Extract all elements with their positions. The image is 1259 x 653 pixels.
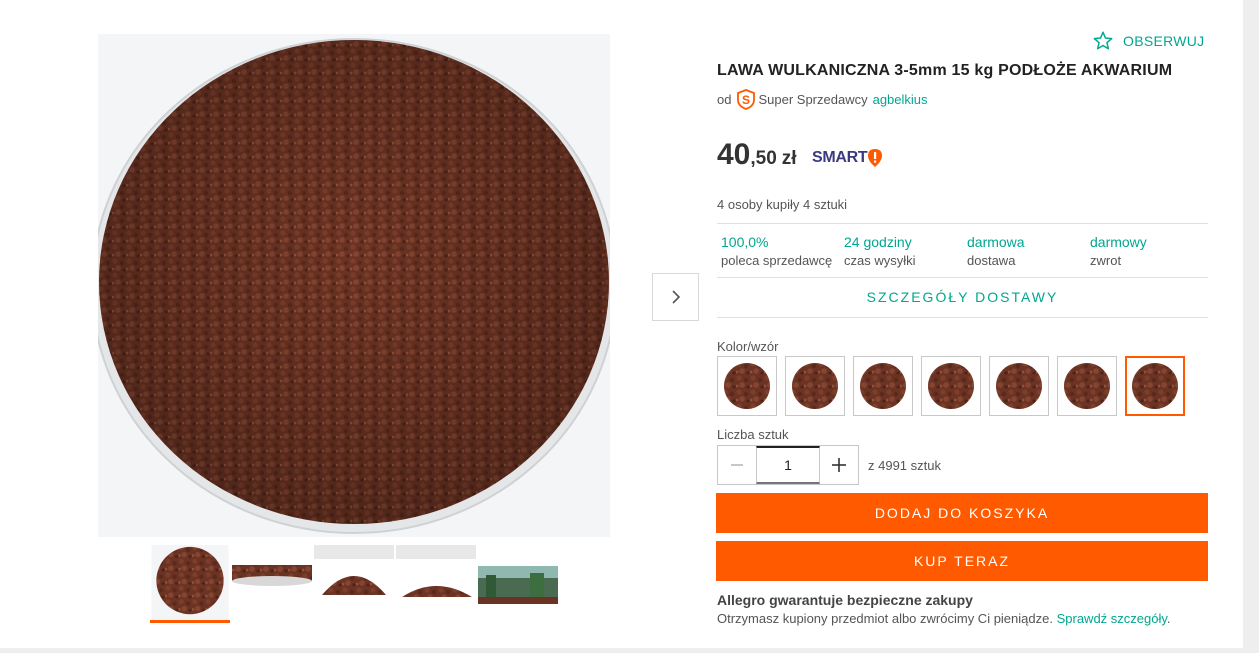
delivery-details-link[interactable]: SZCZEGÓŁY DOSTAWY bbox=[717, 289, 1208, 305]
divider bbox=[717, 223, 1208, 224]
seller-badge-label: Super Sprzedawcy bbox=[758, 92, 868, 107]
add-to-cart-button[interactable]: DODAJ DO KOSZYKA bbox=[716, 493, 1208, 533]
thumbnail-1[interactable] bbox=[150, 545, 230, 623]
smart-label: SMART bbox=[812, 149, 868, 166]
next-image-button[interactable] bbox=[652, 273, 699, 321]
chevron-right-icon bbox=[671, 290, 680, 304]
stat-label: poleca sprzedawcę bbox=[721, 253, 833, 268]
variant-thumbnail bbox=[1064, 363, 1110, 409]
variant-thumbnail bbox=[928, 363, 974, 409]
variant-label: Kolor/wzór bbox=[717, 339, 779, 354]
price: 40 ,50 zł bbox=[717, 138, 797, 172]
quantity-stepper bbox=[717, 445, 859, 485]
thumbnail-5-aquarium[interactable] bbox=[478, 545, 558, 623]
stat-value: 100,0% bbox=[721, 234, 769, 250]
divider bbox=[717, 277, 1208, 278]
variant-thumbnail bbox=[724, 363, 770, 409]
guarantee-description: Otrzymasz kupiony przedmiot albo zwrócim… bbox=[717, 611, 1053, 626]
stat-value: darmowy bbox=[1090, 234, 1147, 250]
follow-label: OBSERWUJ bbox=[1123, 32, 1205, 49]
variant-option-2[interactable] bbox=[785, 356, 845, 416]
buy-now-button[interactable]: KUP TERAZ bbox=[716, 541, 1208, 581]
thumbnail-3[interactable] bbox=[314, 545, 394, 623]
variant-option-5[interactable] bbox=[989, 356, 1049, 416]
svg-text:S: S bbox=[742, 93, 750, 107]
guarantee-title: Allegro gwarantuje bezpieczne zakupy bbox=[717, 592, 973, 608]
minus-icon bbox=[731, 464, 743, 466]
thumbnail-2[interactable] bbox=[232, 545, 312, 623]
stat-label: zwrot bbox=[1090, 253, 1122, 268]
price-integer: 40 bbox=[717, 138, 751, 171]
variant-option-1[interactable] bbox=[717, 356, 777, 416]
variant-option-4[interactable] bbox=[921, 356, 981, 416]
stat-recommendation: 100,0% poleca sprzedawcę bbox=[721, 234, 832, 268]
star-icon bbox=[1093, 31, 1113, 50]
divider bbox=[717, 317, 1208, 318]
variant-thumbnail bbox=[792, 363, 838, 409]
stat-label: dostawa bbox=[967, 253, 1016, 268]
variant-option-6[interactable] bbox=[1057, 356, 1117, 416]
follow-button[interactable]: OBSERWUJ bbox=[1093, 31, 1205, 50]
guarantee-period: . bbox=[1166, 611, 1171, 626]
stat-value: 24 godziny bbox=[844, 234, 912, 250]
smart-exclamation-icon bbox=[868, 149, 883, 167]
decrease-quantity-button[interactable] bbox=[718, 446, 756, 484]
variant-thumbnail bbox=[996, 363, 1042, 409]
seller-name-link[interactable]: agbelkius bbox=[873, 92, 928, 107]
stat-delivery: darmowa dostawa bbox=[967, 234, 1025, 268]
stat-label: czas wysyłki bbox=[844, 253, 916, 268]
price-currency: zł bbox=[781, 148, 797, 169]
main-product-image[interactable] bbox=[98, 34, 610, 537]
seller-prefix: od bbox=[717, 92, 732, 107]
variant-thumbnail bbox=[860, 363, 906, 409]
super-seller-badge-icon: S bbox=[737, 89, 756, 110]
plus-icon bbox=[832, 458, 846, 472]
seller-info: od S Super Sprzedawcy agbelkius bbox=[717, 89, 928, 110]
product-title: LAWA WULKANICZNA 3-5mm 15 kg PODŁOŻE AKW… bbox=[717, 62, 1173, 79]
increase-quantity-button[interactable] bbox=[820, 446, 858, 484]
quantity-input[interactable] bbox=[756, 446, 820, 484]
quantity-label: Liczba sztuk bbox=[717, 427, 789, 442]
page-scrollbar[interactable] bbox=[1243, 0, 1259, 653]
stat-shipping-time: 24 godziny czas wysyłki bbox=[844, 234, 916, 268]
variant-thumbnail bbox=[1132, 363, 1178, 409]
guarantee-text: Otrzymasz kupiony przedmiot albo zwrócim… bbox=[717, 611, 1171, 626]
stat-value: darmowa bbox=[967, 234, 1025, 250]
guarantee-details-link[interactable]: Sprawdź szczegóły bbox=[1057, 611, 1167, 626]
thumbnail-4[interactable] bbox=[396, 545, 476, 623]
variant-option-3[interactable] bbox=[853, 356, 913, 416]
product-card: OBSERWUJ LAWA WULKANICZNA 3-5mm 15 kg PO… bbox=[0, 0, 1243, 648]
stat-return: darmowy zwrot bbox=[1090, 234, 1147, 268]
price-cents: ,50 bbox=[750, 148, 777, 169]
smart-badge: SMART bbox=[812, 148, 883, 168]
bought-info: 4 osoby kupiły 4 sztuki bbox=[717, 197, 848, 212]
available-quantity: z 4991 sztuk bbox=[868, 458, 941, 473]
variant-option-7[interactable] bbox=[1125, 356, 1185, 416]
